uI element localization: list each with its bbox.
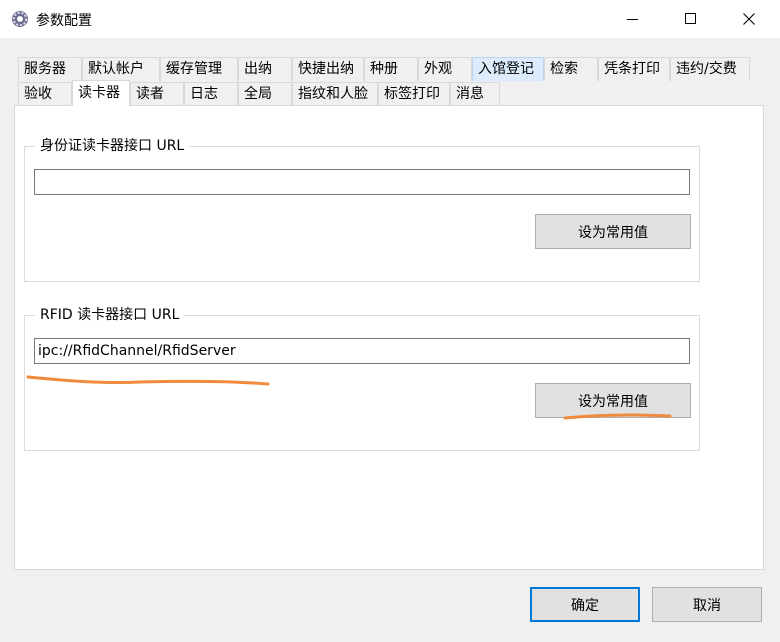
cancel-button-label: 取消 — [693, 597, 721, 614]
cancel-button[interactable]: 取消 — [652, 587, 762, 622]
rfid-reader-group-title: RFID 读卡器接口 URL — [35, 306, 185, 324]
tab-search[interactable]: 检索 — [544, 57, 598, 81]
window-title: 参数配置 — [36, 13, 92, 29]
tab-card-reader[interactable]: 读卡器 — [72, 80, 130, 106]
tab-server[interactable]: 服务器 — [18, 57, 82, 81]
tab-appearance[interactable]: 外观 — [418, 57, 472, 81]
tab-label-print[interactable]: 标签打印 — [378, 82, 450, 106]
rfid-set-default-label: 设为常用值 — [578, 393, 648, 410]
minimize-icon — [627, 19, 638, 20]
maximize-icon — [685, 13, 696, 24]
maximize-button[interactable] — [662, 0, 720, 38]
tab-global[interactable]: 全局 — [238, 82, 292, 106]
ok-button[interactable]: 确定 — [530, 587, 640, 622]
id-card-set-default-label: 设为常用值 — [578, 224, 648, 241]
tab-volumes[interactable]: 种册 — [364, 57, 418, 81]
id-card-set-default-button[interactable]: 设为常用值 — [535, 214, 691, 249]
id-card-reader-group-title: 身份证读卡器接口 URL — [35, 137, 190, 155]
tab-quick-circulation[interactable]: 快捷出纳 — [292, 57, 364, 81]
close-icon — [743, 13, 755, 25]
id-card-reader-url-input[interactable] — [34, 169, 690, 195]
rfid-reader-url-input[interactable] — [34, 338, 690, 364]
rfid-set-default-button[interactable]: 设为常用值 — [535, 383, 691, 418]
tab-default-account[interactable]: 默认帐户 — [82, 57, 160, 81]
title-bar: 参数配置 — [0, 0, 780, 38]
ok-button-label: 确定 — [571, 597, 599, 614]
gear-app-icon — [12, 11, 28, 27]
card-reader-tab-page: 身份证读卡器接口 URL 设为常用值 RFID 读卡器接口 URL 设为常用值 — [14, 105, 764, 570]
minimize-button[interactable] — [604, 0, 662, 38]
tab-overdue-payment[interactable]: 违约/交费 — [670, 57, 750, 81]
tab-cache-management[interactable]: 缓存管理 — [160, 57, 238, 81]
tab-circulation[interactable]: 出纳 — [238, 57, 292, 81]
tab-entry-registration[interactable]: 入馆登记 — [472, 57, 544, 81]
rfid-reader-group: RFID 读卡器接口 URL 设为常用值 — [24, 306, 700, 451]
close-button[interactable] — [720, 0, 778, 38]
tab-receipt-print[interactable]: 凭条打印 — [598, 57, 670, 81]
tab-acceptance[interactable]: 验收 — [18, 82, 72, 106]
id-card-reader-group: 身份证读卡器接口 URL 设为常用值 — [24, 137, 700, 282]
tab-log[interactable]: 日志 — [184, 82, 238, 106]
tab-fingerprint-face[interactable]: 指纹和人脸 — [292, 82, 378, 106]
tab-messages[interactable]: 消息 — [450, 82, 500, 106]
tab-reader[interactable]: 读者 — [130, 82, 184, 106]
